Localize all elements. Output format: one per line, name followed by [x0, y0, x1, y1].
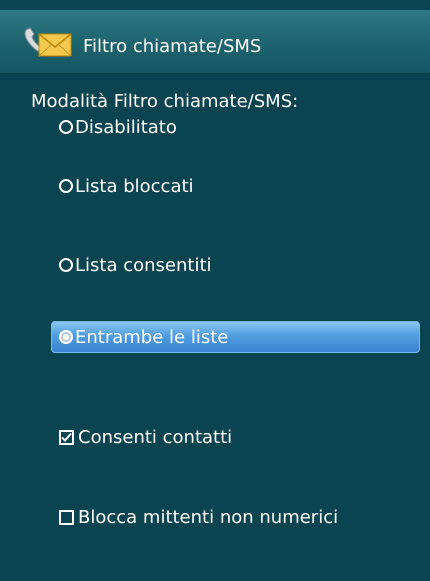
checkbox-blocca-mittenti[interactable]: Blocca mittenti non numerici	[59, 504, 338, 530]
phone-envelope-icon	[22, 24, 74, 62]
radio-selected-icon[interactable]	[59, 330, 73, 344]
radio-lista-consentiti[interactable]: Lista consentiti	[59, 252, 212, 278]
checkbox-checked-icon[interactable]	[59, 429, 74, 445]
radio-label: Lista consentiti	[75, 254, 212, 276]
checkbox-unchecked-icon[interactable]	[59, 509, 74, 525]
radio-entrambe-le-liste[interactable]: Entrambe le liste	[59, 324, 228, 350]
radio-lista-bloccati[interactable]: Lista bloccati	[59, 173, 194, 199]
radio-label: Entrambe le liste	[75, 326, 229, 348]
radio-label: Disabilitato	[75, 116, 177, 138]
checkbox-label: Blocca mittenti non numerici	[78, 506, 339, 528]
radio-unselected-icon[interactable]	[59, 179, 73, 193]
radio-disabilitato[interactable]: Disabilitato	[59, 114, 177, 140]
radio-unselected-icon[interactable]	[59, 120, 73, 134]
mode-label: Modalità Filtro chiamate/SMS:	[31, 91, 299, 112]
radio-unselected-icon[interactable]	[59, 258, 73, 272]
title-bar: Filtro chiamate/SMS	[0, 10, 430, 74]
page-title: Filtro chiamate/SMS	[83, 36, 262, 57]
checkbox-consenti-contatti[interactable]: Consenti contatti	[59, 424, 232, 450]
checkbox-label: Consenti contatti	[78, 426, 233, 448]
radio-label: Lista bloccati	[75, 175, 194, 197]
